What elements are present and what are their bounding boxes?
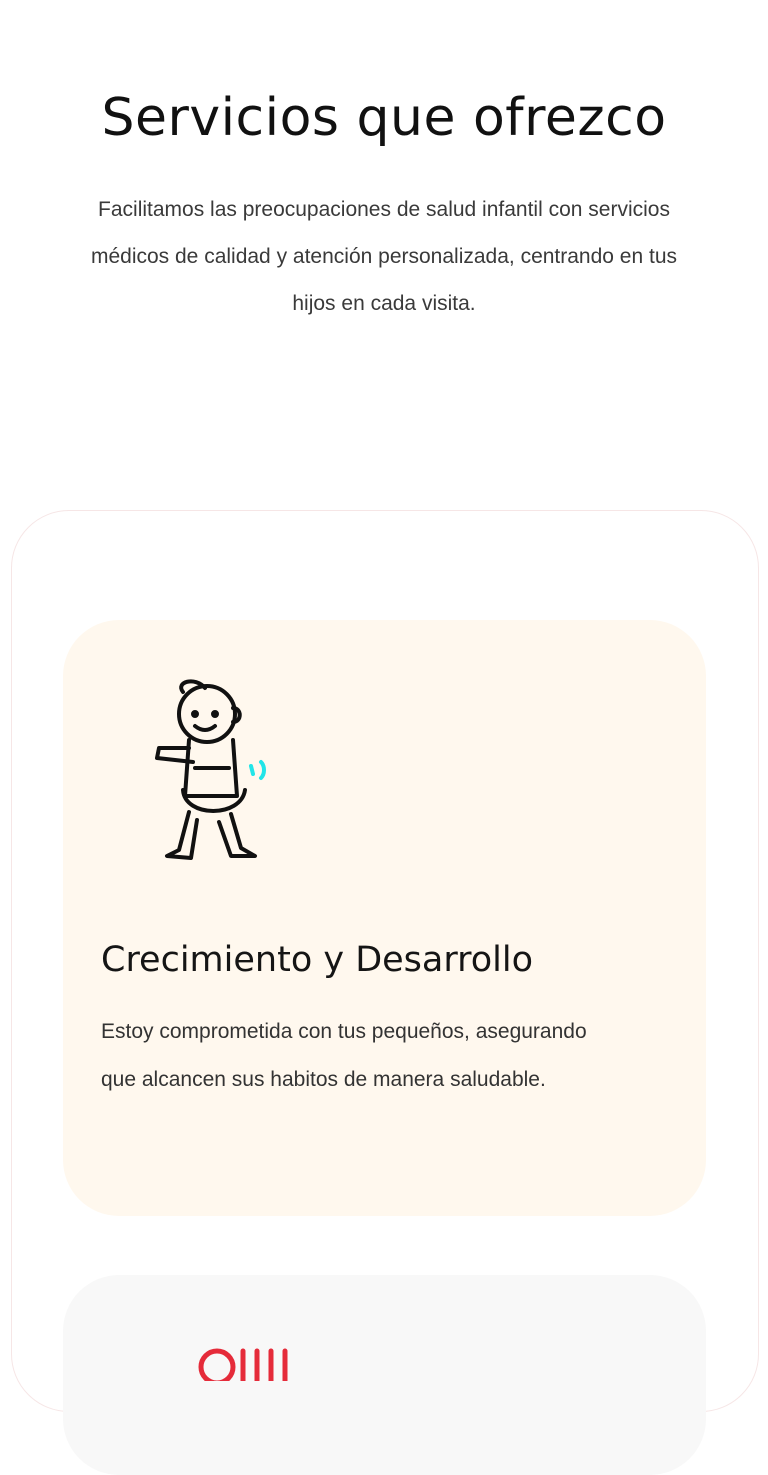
- service-card-next: [63, 1275, 706, 1475]
- page-title: Servicios que ofrezco: [101, 88, 667, 148]
- service-description: Estoy comprometida con tus pequeños, ase…: [101, 1020, 587, 1091]
- service-title: Crecimiento y Desarrollo: [101, 940, 534, 980]
- baby-walking-icon: [155, 679, 266, 860]
- medical-service-icon: [198, 1348, 288, 1381]
- page-subtitle: Facilitamos las preocupaciones de salud …: [90, 198, 678, 315]
- service-card-growth: Crecimiento y Desarrollo Estoy compromet…: [63, 620, 706, 1216]
